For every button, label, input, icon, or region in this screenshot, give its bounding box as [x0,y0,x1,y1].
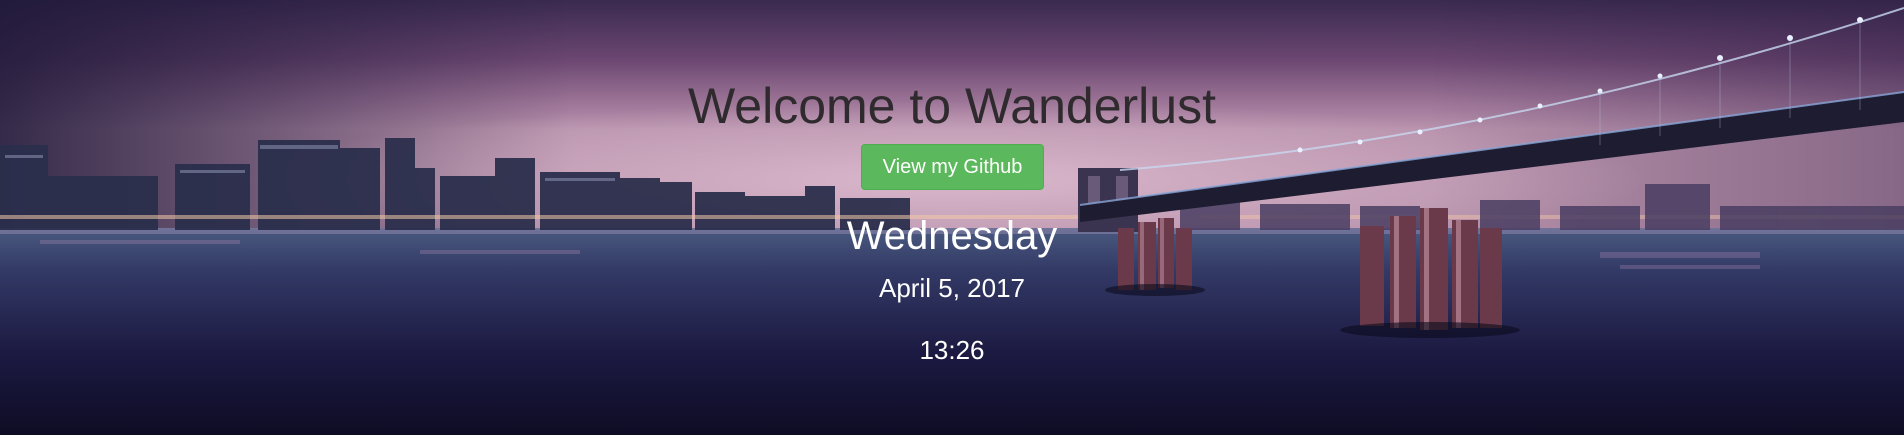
hero-section: Welcome to Wanderlust View my Github Wed… [0,0,1904,435]
hero-content: Welcome to Wanderlust View my Github Wed… [0,0,1904,435]
clock-time: 13:26 [919,335,985,365]
page-title: Welcome to Wanderlust [688,78,1216,134]
view-github-button[interactable]: View my Github [861,144,1044,190]
date-label: April 5, 2017 [879,273,1025,303]
weekday-label: Wednesday [846,214,1058,258]
